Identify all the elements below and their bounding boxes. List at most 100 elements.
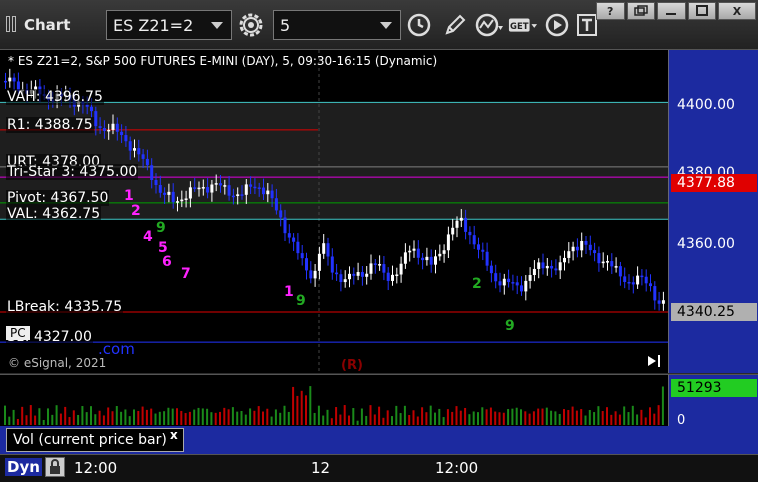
volume-bar (528, 413, 531, 425)
volume-bar (77, 414, 80, 425)
volume-bar (580, 409, 583, 425)
price-bar-body (300, 253, 304, 259)
maximize-button[interactable] (687, 2, 716, 20)
time-axis-label: 12 (311, 459, 331, 477)
volume-bar (68, 417, 71, 425)
volume-bar (339, 414, 342, 425)
price-bar-body (580, 241, 584, 251)
volume-bar (489, 407, 492, 425)
price-bar-body (520, 285, 523, 292)
price-bar-body (227, 185, 231, 196)
lock-button[interactable] (45, 457, 65, 477)
price-bar-body (120, 131, 124, 136)
price-bar-body (141, 154, 145, 159)
price-bar-body (451, 227, 455, 235)
sequence-count-label: 9 (505, 318, 515, 334)
play-button[interactable] (542, 10, 572, 40)
price-axis[interactable]: 4400.00 4380.00 4360.00 4377.88 4340.25 (668, 50, 758, 373)
price-bar-body (481, 249, 485, 252)
price-axis-label: 4360.00 (677, 236, 735, 252)
minimize-button[interactable] (657, 2, 686, 20)
interval-dropdown[interactable]: 5 (273, 10, 401, 40)
volume-bar (429, 405, 432, 425)
study-label[interactable]: Vol (current price bar) (6, 428, 184, 452)
price-bar-body (115, 123, 119, 132)
volume-bar (356, 420, 359, 425)
price-bar-body (317, 253, 321, 271)
sequence-count-label: 2 (472, 276, 482, 292)
volume-bar (636, 414, 639, 425)
volume-bar (133, 409, 135, 425)
sequence-count-label: 7 (181, 266, 191, 282)
price-bar-body (464, 217, 468, 232)
volume-bar (4, 405, 6, 425)
price-bar-body (98, 126, 102, 128)
volume-bar (593, 412, 596, 425)
indicator-button[interactable] (474, 10, 504, 40)
volume-bar (137, 410, 140, 425)
draw-button[interactable] (440, 10, 470, 40)
volume-bar (81, 406, 84, 425)
volume-bar (236, 411, 239, 425)
price-bar-body (434, 256, 437, 265)
price-bar-body (425, 256, 429, 261)
volume-bar (150, 408, 153, 425)
volume-bar (464, 407, 467, 425)
volume-bar (610, 414, 613, 425)
price-bar-body (210, 184, 214, 193)
volume-bar (644, 417, 647, 425)
study-close-button[interactable]: x (170, 428, 178, 442)
price-bar-body (649, 283, 652, 287)
volume-bar (541, 408, 544, 425)
time-button[interactable] (404, 10, 434, 40)
price-bar-body (274, 198, 278, 211)
dynamic-mode-label[interactable]: Dyn (5, 458, 42, 476)
volume-bar (369, 405, 372, 425)
price-bar-body (515, 282, 519, 286)
volume-bar (322, 415, 325, 425)
price-bar-body (133, 148, 136, 151)
volume-bar (373, 414, 376, 425)
price-bar-body (563, 257, 566, 263)
price-bar-body (244, 184, 248, 195)
price-bar-body (292, 237, 296, 242)
price-bar-body (107, 129, 111, 132)
restore-icon (634, 5, 648, 16)
volume-bar (434, 412, 436, 425)
price-bar-body (636, 275, 640, 285)
symbol-dropdown[interactable]: ES Z21=2 (106, 10, 232, 40)
volume-bar (550, 410, 553, 425)
price-bar-body (128, 141, 132, 151)
volume-panel[interactable] (0, 374, 668, 426)
price-chart[interactable]: 12456791929 * ES Z21=2, S&P 500 FUTURES … (0, 50, 668, 373)
lock-icon (50, 459, 60, 474)
help-button[interactable]: ? (596, 2, 625, 20)
price-bar-body (532, 268, 536, 276)
price-bar-body (653, 286, 657, 301)
price-bar-body (94, 111, 98, 127)
price-bar-body (416, 248, 420, 258)
volume-bar (575, 410, 578, 425)
price-bar-body (137, 148, 141, 155)
price-bar-body (12, 77, 16, 82)
volume-axis: 51293 0 (668, 374, 758, 428)
price-bar-body (223, 185, 227, 187)
volume-bar (520, 409, 522, 425)
price-bar-body (176, 201, 179, 203)
volume-bar (51, 414, 54, 425)
volume-bar (223, 407, 226, 425)
get-button[interactable]: GET (508, 10, 538, 40)
price-bar-body (188, 187, 192, 199)
price-bar-body (253, 186, 257, 189)
price-bar-body (266, 190, 270, 195)
volume-bar (128, 416, 131, 425)
level-label-vah: VAH: 4396.75 (6, 89, 104, 106)
volume-bar (524, 411, 527, 425)
close-button[interactable]: X (718, 2, 756, 20)
price-bar-body (373, 263, 377, 265)
price-bar-body (545, 265, 549, 269)
gear-button[interactable] (236, 10, 266, 40)
volume-bar (588, 410, 591, 425)
restore-button[interactable] (626, 2, 655, 20)
price-bar-body (541, 262, 545, 269)
